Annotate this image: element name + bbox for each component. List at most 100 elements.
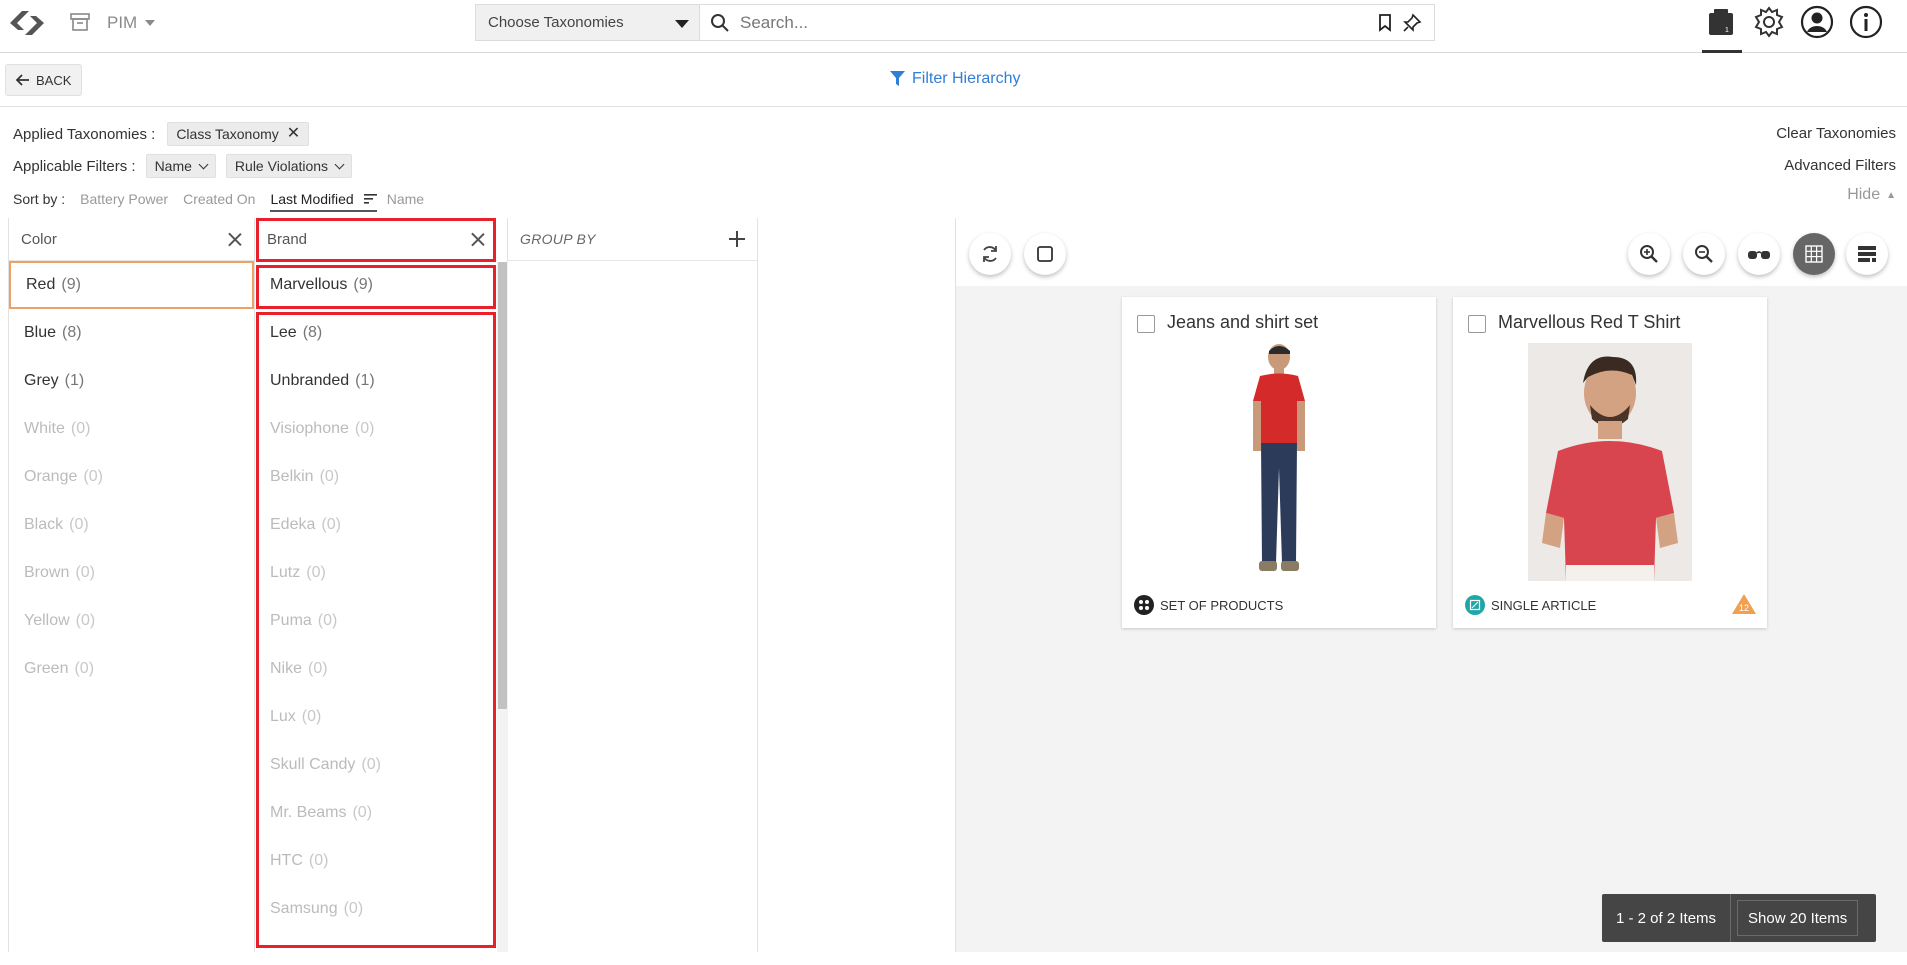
list-item-brown: Brown (0) [9,549,254,597]
app-name: PIM [107,13,138,32]
user-icon[interactable] [1799,4,1835,40]
widget-icon[interactable]: 1 [1703,4,1739,40]
close-icon[interactable] [228,232,242,246]
search-box [700,4,1435,41]
app-switcher[interactable]: PIM [107,13,156,33]
item-count: (0) [75,564,95,581]
filter-name-dropdown[interactable]: Name [145,154,216,178]
info-icon[interactable] [1848,4,1884,40]
rule-violation-badge[interactable]: 12 [1731,593,1757,620]
pagination-bar: 1 - 2 of 2 Items Show 20 Items [1602,894,1876,942]
zoom-in-button[interactable] [1628,233,1670,275]
color-panel: Color Red (9) Blue (8) Grey (1) White (0) Or… [8,218,255,952]
sort-battery-power[interactable]: Battery Power [80,191,168,207]
chevron-down-icon [334,159,345,169]
grid-view-button[interactable] [1793,233,1835,275]
back-button[interactable]: BACK [5,64,83,96]
card-type: SINGLE ARTICLE [1465,595,1596,615]
chevron-down-icon [198,159,209,169]
product-image [1528,343,1692,581]
set-of-products-icon [1134,595,1154,615]
card-type-label: SINGLE ARTICLE [1491,597,1597,613]
hide-filters-toggle[interactable]: Hide ▲ [1847,186,1896,204]
item-count: (1) [64,372,85,389]
sort-desc-icon [363,194,377,204]
single-article-icon [1465,595,1485,615]
svg-text:1: 1 [1725,27,1729,34]
sort-label: Sort by : [13,191,66,207]
item-count: (0) [69,516,89,533]
search-icon [711,13,729,32]
taxonomy-chip[interactable]: Class Taxonomy ✕ [167,122,310,146]
back-label: BACK [36,72,72,88]
applied-taxonomies-label: Applied Taxonomies : [13,125,156,143]
add-icon[interactable] [729,231,745,247]
card-checkbox[interactable] [1137,315,1155,333]
filter-rule-violations-dropdown[interactable]: Rule Violations [225,154,353,178]
filter-hierarchy-label: Filter Hierarchy [912,70,1021,87]
list-view-button[interactable] [1846,233,1888,275]
color-panel-title: Color [21,230,57,248]
list-item-green: Green (0) [9,645,254,693]
refresh-button[interactable] [969,233,1011,275]
sort-last-modified[interactable]: Last Modified [270,191,377,212]
item-label: Blue [24,324,57,341]
card-title[interactable]: Marvellous Red T Shirt [1498,312,1680,333]
grid-icon [1805,245,1823,263]
caret-up-icon: ▲ [1886,189,1896,201]
card-type: SET OF PRODUCTS [1134,595,1283,615]
item-count: (0) [83,468,103,485]
archive-icon[interactable] [70,12,90,32]
group-by-panel: GROUP BY [508,218,758,952]
item-label: Green [24,660,69,677]
results-area: Jeans and shirt set SET OF PRODUCTS Marv… [955,218,1907,952]
taxonomy-select[interactable]: Choose Taxonomies [475,4,700,41]
zoom-in-icon [1640,245,1658,263]
select-all-button[interactable] [1024,233,1066,275]
list-item-orange: Orange (0) [9,453,254,501]
zoom-out-button[interactable] [1683,233,1725,275]
color-panel-header: Color [9,218,254,261]
list-item-grey[interactable]: Grey (1) [9,357,254,405]
bookmark-icon[interactable] [1378,14,1392,32]
filter-hierarchy-button[interactable]: Filter Hierarchy [890,70,1020,88]
item-label: Brown [24,564,70,581]
item-count: (0) [74,660,95,677]
card-title[interactable]: Jeans and shirt set [1167,312,1318,333]
product-card[interactable]: Jeans and shirt set SET OF PRODUCTS [1122,297,1436,628]
clear-taxonomies-link[interactable]: Clear Taxonomies [1776,125,1896,142]
list-item-white: White (0) [9,405,254,453]
search-input[interactable] [740,12,1340,33]
sort-name[interactable]: Name [387,191,424,207]
item-count: (9) [61,276,81,293]
sort-created-on[interactable]: Created On [183,191,255,207]
item-label: Orange [24,468,78,485]
sub-header: BACK Filter Hierarchy [0,54,1907,107]
filter-chip-label: Name [154,158,192,174]
results-toolbar [956,218,1907,286]
item-label: Red [26,276,56,293]
item-count: (0) [75,612,96,629]
scrollbar-thumb[interactable] [498,262,507,709]
show-items-button[interactable]: Show 20 Items [1737,900,1859,936]
product-card[interactable]: Marvellous Red T Shirt SINGLE ARTICLE 12 [1453,297,1767,628]
filter-icon [890,71,905,86]
preview-button[interactable] [1738,233,1780,275]
list-item-blue[interactable]: Blue (8) [9,309,254,357]
card-checkbox[interactable] [1468,315,1486,333]
applied-taxonomies-row: Applied Taxonomies : Class Taxonomy ✕ [13,122,310,146]
logo-icon[interactable] [4,4,50,42]
settings-icon[interactable] [1751,4,1787,40]
sort-active-label: Last Modified [270,191,354,207]
taxonomy-select-label: Choose Taxonomies [488,14,624,31]
list-item-red[interactable]: Red (9) [9,261,254,309]
item-label: White [24,420,65,437]
item-label: Yellow [24,612,70,629]
pin-icon[interactable] [1402,13,1422,33]
advanced-filters-link[interactable]: Advanced Filters [1784,157,1896,174]
applicable-filters-label: Applicable Filters : [13,157,136,175]
item-label: Black [24,516,64,533]
card-type-label: SET OF PRODUCTS [1160,597,1284,613]
close-icon[interactable]: ✕ [287,126,300,142]
taxonomy-chip-label: Class Taxonomy [176,126,279,142]
